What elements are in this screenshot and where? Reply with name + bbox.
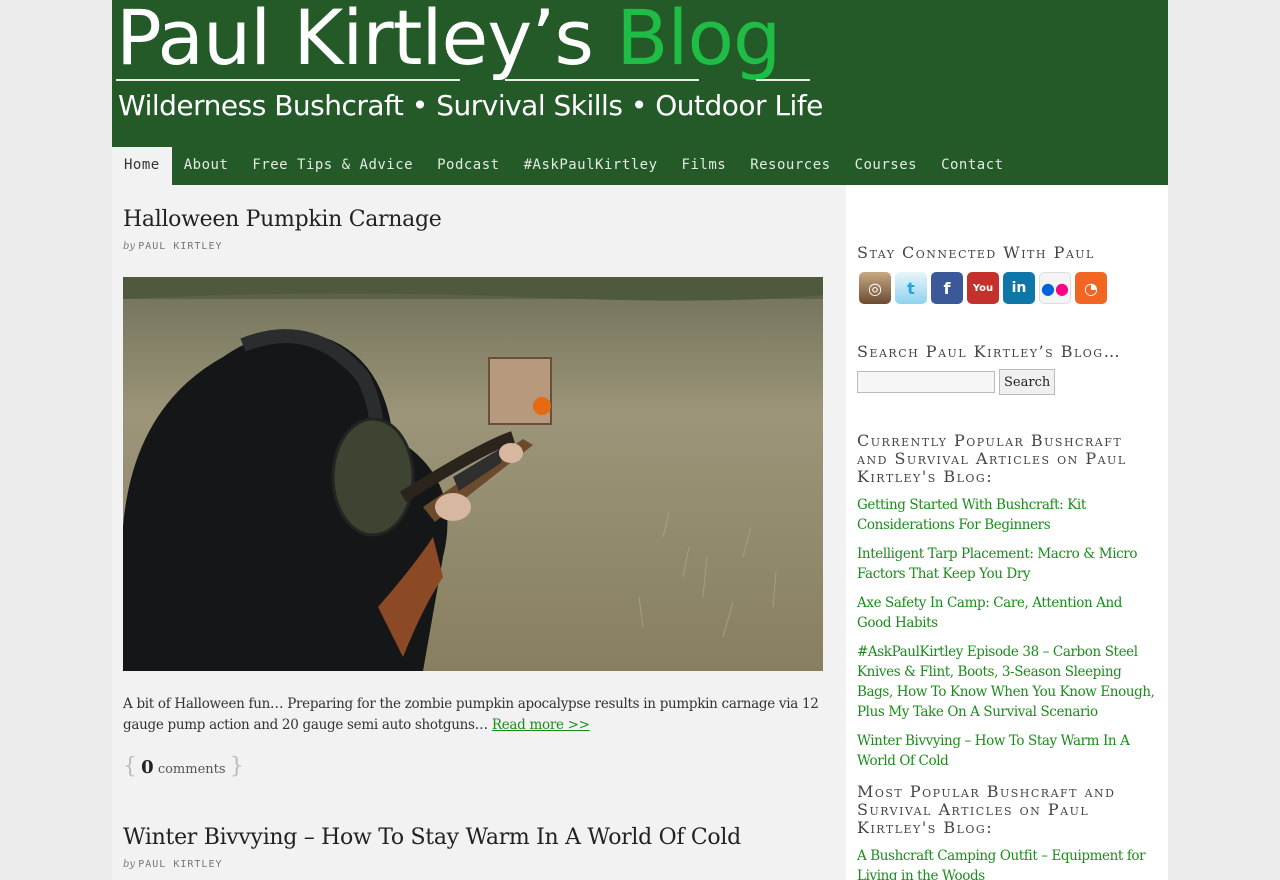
nav-item-contact[interactable]: Contact	[929, 147, 1016, 185]
shooter-photo-illustration	[123, 277, 823, 671]
instagram-icon[interactable]: ◎	[859, 272, 891, 304]
most-popular-title: Most Popular Bushcraft and Survival Arti…	[857, 782, 1116, 837]
comments-label: comments	[157, 762, 226, 777]
post-author-link[interactable]: PAUL KIRTLEY	[138, 241, 222, 252]
title-rule-left	[116, 79, 460, 81]
twitter-icon[interactable]: t	[895, 272, 927, 304]
facebook-icon[interactable]: f	[931, 272, 963, 304]
site-title-main: Paul Kirtley’s	[116, 0, 617, 82]
search-widget-title: Search Paul Kirtley’s Blog…	[857, 342, 1122, 361]
article-link[interactable]: Intelligent Tarp Placement: Macro & Micr…	[857, 546, 1137, 582]
search-button[interactable]: Search	[999, 369, 1056, 395]
site-title-accent: Blog	[616, 0, 781, 82]
article-link[interactable]: #AskPaulKirtley Episode 38 – Carbon Stee…	[857, 644, 1155, 720]
comments-count: 0	[141, 757, 154, 778]
post-title[interactable]: Winter Bivvying – How To Stay Warm In A …	[123, 825, 823, 850]
list-item: Winter Bivvying – How To Stay Warm In A …	[857, 730, 1157, 770]
post-title[interactable]: Halloween Pumpkin Carnage	[123, 207, 823, 232]
list-item: A Bushcraft Camping Outfit – Equipment f…	[857, 845, 1157, 880]
post-excerpt-text: A bit of Halloween fun… Preparing for th…	[123, 696, 819, 733]
nav-item-podcast[interactable]: Podcast	[425, 147, 512, 185]
title-rule-right	[756, 79, 810, 81]
pumpkin	[533, 397, 551, 415]
nav-item-courses[interactable]: Courses	[843, 147, 930, 185]
search-input[interactable]	[857, 371, 995, 393]
post-excerpt: A bit of Halloween fun… Preparing for th…	[123, 694, 823, 736]
post-featured-image[interactable]	[123, 277, 823, 671]
byline-by: by	[123, 241, 136, 252]
post-author-link[interactable]: PAUL KIRTLEY	[138, 859, 222, 870]
list-item: Axe Safety In Camp: Care, Attention And …	[857, 592, 1157, 632]
most-popular-list: A Bushcraft Camping Outfit – Equipment f…	[857, 845, 1157, 880]
page: Paul Kirtley’s Blog Wilderness Bushcraft…	[112, 0, 1168, 880]
flickr-icon[interactable]: ● ●	[1039, 272, 1071, 304]
article-link[interactable]: A Bushcraft Camping Outfit – Equipment f…	[857, 848, 1146, 880]
post-byline: by PAUL KIRTLEY	[123, 859, 223, 870]
brace-close: }	[229, 754, 244, 779]
rss-icon[interactable]: ◔	[1075, 272, 1107, 304]
site-title[interactable]: Paul Kirtley’s Blog	[116, 0, 781, 88]
social-widget-title: Stay Connected With Paul	[857, 243, 1095, 262]
post-byline: by PAUL KIRTLEY	[123, 241, 223, 252]
list-item: #AskPaulKirtley Episode 38 – Carbon Stee…	[857, 641, 1157, 721]
title-rule-middle	[505, 79, 699, 81]
current-popular-title: Currently Popular Bushcraft and Survival…	[857, 431, 1127, 486]
nav-item-free-tips[interactable]: Free Tips & Advice	[240, 147, 425, 185]
article-link[interactable]: Winter Bivvying – How To Stay Warm In A …	[857, 733, 1130, 769]
nav-item-films[interactable]: Films	[670, 147, 739, 185]
youtube-icon[interactable]: You	[967, 272, 999, 304]
article-link[interactable]: Axe Safety In Camp: Care, Attention And …	[857, 595, 1122, 631]
site-tagline: Wilderness Bushcraft • Survival Skills •…	[118, 89, 823, 122]
ear-defender	[331, 417, 415, 537]
current-popular-list: Getting Started With Bushcraft: Kit Cons…	[857, 494, 1157, 779]
brace-open: {	[123, 754, 137, 779]
social-icons: ◎ t f You in ● ● ◔	[859, 272, 1107, 304]
search-form: Search	[857, 369, 1056, 395]
site-header: Paul Kirtley’s Blog Wilderness Bushcraft…	[112, 0, 1168, 147]
nav-item-resources[interactable]: Resources	[738, 147, 842, 185]
read-more-link[interactable]: Read more >>	[492, 717, 590, 733]
nav-item-about[interactable]: About	[172, 147, 241, 185]
nav-item-home[interactable]: Home	[112, 147, 172, 185]
byline-by: by	[123, 859, 136, 870]
main-navigation: Home About Free Tips & Advice Podcast #A…	[112, 147, 1168, 185]
article-link[interactable]: Getting Started With Bushcraft: Kit Cons…	[857, 497, 1086, 533]
sidebar: Stay Connected With Paul ◎ t f You in ● ●…	[846, 185, 1168, 880]
list-item: Getting Started With Bushcraft: Kit Cons…	[857, 494, 1157, 534]
comments-link[interactable]: { 0 comments }	[123, 754, 244, 779]
list-item: Intelligent Tarp Placement: Macro & Micr…	[857, 543, 1157, 583]
nav-item-ask-paul-kirtley[interactable]: #AskPaulKirtley	[512, 147, 670, 185]
linkedin-icon[interactable]: in	[1003, 272, 1035, 304]
